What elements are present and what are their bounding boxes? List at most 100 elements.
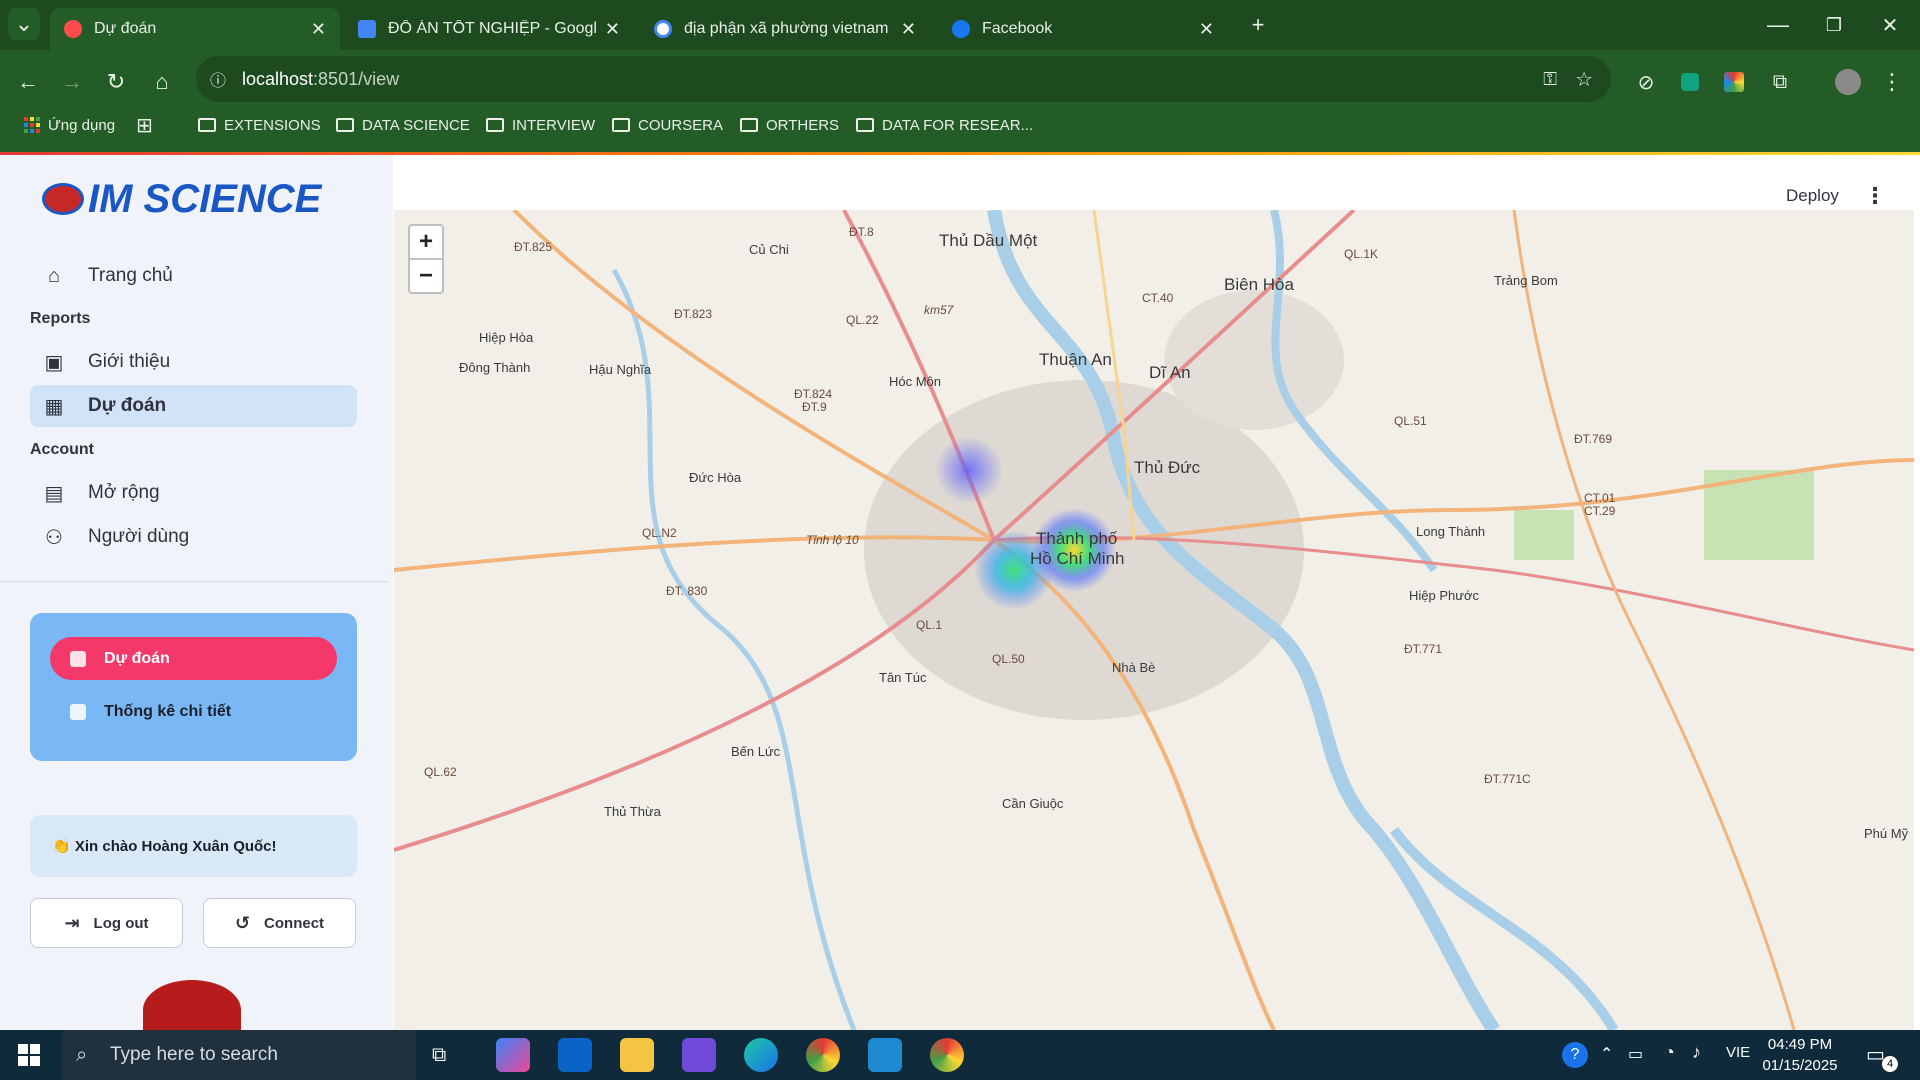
menu-item-stats[interactable]: Thống kê chi tiết: [50, 690, 337, 733]
road-label: ĐT.824: [794, 387, 832, 401]
place-label: Đức Hòa: [689, 470, 742, 485]
sidebar-item-predict[interactable]: ▦ Dự đoán: [30, 385, 357, 427]
help-icon[interactable]: ?: [1562, 1042, 1588, 1068]
tab-groups-icon[interactable]: ⊞: [136, 112, 153, 138]
zoom-out-button[interactable]: −: [408, 258, 444, 294]
battery-icon[interactable]: ▭: [1628, 1044, 1643, 1064]
sidebar-item-intro[interactable]: ▣ Giới thiệu: [30, 341, 357, 383]
forward-icon[interactable]: →: [56, 66, 88, 98]
sidebar-item-home[interactable]: ⌂ Trang chủ: [30, 255, 357, 297]
edge-icon[interactable]: [744, 1038, 778, 1072]
tab-google-docs[interactable]: ĐỒ ÁN TỐT NGHIỆP - Google T ✕: [344, 8, 634, 50]
bookmark-star-icon[interactable]: ☆: [1575, 67, 1593, 92]
clock-time: 04:49 PM: [1767, 1036, 1833, 1053]
connect-button[interactable]: ↺ Connect: [203, 898, 356, 948]
bookmark-folder[interactable]: COURSERA: [612, 112, 723, 138]
close-window-icon[interactable]: ✕: [1874, 9, 1906, 41]
place-label: Nhà Bè: [1112, 660, 1155, 675]
bookmark-label: ORTHERS: [766, 116, 840, 134]
road-label: QL.51: [1394, 414, 1427, 428]
tab-title: Dự đoán: [94, 20, 157, 37]
chrome-profile-icon[interactable]: [930, 1038, 964, 1072]
taskbar-search-input[interactable]: ⌕ Type here to search: [62, 1030, 416, 1080]
task-view-icon[interactable]: ⧉: [432, 1044, 446, 1067]
windows-taskbar: ⌕ Type here to search ⧉ ? ⌃ ▭ ◔ ♪ VIE 04…: [0, 1030, 1920, 1080]
bookmark-folder[interactable]: EXTENSIONS: [198, 112, 321, 138]
sidebar-item-expand[interactable]: ▤ Mở rộng: [30, 472, 357, 514]
clipchamp-icon[interactable]: [682, 1038, 716, 1072]
road-label: QL.50: [992, 652, 1025, 666]
bookmark-folder[interactable]: INTERVIEW: [486, 112, 595, 138]
road-label: QL.N2: [642, 526, 677, 540]
heatmap-map[interactable]: Thủ Dầu Một Củ Chi Biên Hòa Trảng Bom Th…: [394, 210, 1914, 1030]
home-icon: ⌂: [47, 264, 61, 287]
show-hidden-icons-chevron-icon[interactable]: ⌃: [1600, 1044, 1613, 1064]
copilot-icon[interactable]: [496, 1038, 530, 1072]
sidebar-item-label: Trang chủ: [88, 265, 173, 286]
site-info-icon[interactable]: ⓘ: [210, 67, 226, 91]
bookmark-label: DATA SCIENCE: [362, 116, 470, 134]
road-label: QL.1: [916, 618, 942, 632]
place-label: Hóc Môn: [889, 374, 941, 389]
bookmark-folder[interactable]: DATA FOR RESEAR...: [856, 112, 1033, 138]
close-tab-icon[interactable]: ✕: [901, 19, 916, 40]
password-key-icon[interactable]: ⚿: [1543, 69, 1557, 90]
folder-icon: [856, 118, 874, 132]
bookmark-apps[interactable]: Ứng dụng: [24, 112, 115, 138]
reload-icon[interactable]: ↻: [100, 66, 132, 98]
place-label: Hiệp Hòa: [479, 330, 534, 345]
address-bar[interactable]: ⓘ localhost:8501/view ⚿ ☆: [196, 56, 1611, 102]
place-label: Hậu Nghĩa: [589, 362, 652, 377]
avatar[interactable]: [1835, 69, 1861, 95]
section-account: Account: [30, 441, 94, 458]
vscode-icon[interactable]: [868, 1038, 902, 1072]
folder-icon: [612, 118, 630, 132]
restore-icon[interactable]: ❐: [1818, 9, 1850, 41]
road-label: QL.1K: [1344, 247, 1378, 261]
deploy-button[interactable]: Deploy: [1786, 186, 1839, 206]
logout-button[interactable]: ⇥ Log out: [30, 898, 183, 948]
road-label: ĐT.769: [1574, 432, 1612, 446]
minimize-icon[interactable]: —: [1762, 9, 1794, 41]
heat-spot-cool: [935, 436, 1003, 504]
tab-title: Facebook: [982, 20, 1053, 37]
sidebar-item-users[interactable]: ⚇ Người dùng: [30, 516, 357, 558]
close-tab-icon[interactable]: ✕: [605, 19, 620, 40]
road-label: CT.40: [1142, 291, 1174, 305]
tab-search-chevron-icon[interactable]: ⌄: [8, 8, 40, 40]
tab-du-doan[interactable]: Dự đoán ✕: [50, 8, 340, 50]
taskbar-clock[interactable]: 04:49 PM 01/15/2025: [1752, 1034, 1848, 1076]
road-label: QL.22: [846, 313, 879, 327]
home-icon[interactable]: ⌂: [146, 66, 178, 98]
file-explorer-icon[interactable]: [620, 1038, 654, 1072]
dashboard-icon: ▦: [44, 395, 64, 418]
road-label: ĐT.771C: [1484, 772, 1531, 786]
close-tab-icon[interactable]: ✕: [1199, 19, 1214, 40]
bookmark-folder[interactable]: ORTHERS: [740, 112, 839, 138]
main-menu-icon[interactable]: ⋮: [1864, 183, 1886, 209]
tab-google-search[interactable]: địa phận xã phường vietnam ge ✕: [640, 8, 930, 50]
volume-icon[interactable]: ♪: [1692, 1042, 1701, 1063]
zoom-in-button[interactable]: +: [408, 224, 444, 260]
option-menu-card: Dự đoán Thống kê chi tiết: [30, 613, 357, 761]
tab-facebook[interactable]: Facebook ✕: [938, 8, 1228, 50]
outlook-icon[interactable]: [558, 1038, 592, 1072]
browser-menu-icon[interactable]: ⋮: [1876, 66, 1908, 98]
menu-item-predict[interactable]: Dự đoán: [50, 637, 337, 680]
language-indicator[interactable]: VIE: [1726, 1044, 1750, 1061]
network-icon[interactable]: ◔: [1664, 1042, 1675, 1063]
close-tab-icon[interactable]: ✕: [311, 19, 326, 40]
chatgpt-extension-icon[interactable]: [1681, 73, 1699, 91]
bookmark-folder[interactable]: DATA SCIENCE: [336, 112, 470, 138]
place-label: Thuận An: [1039, 350, 1112, 369]
back-icon[interactable]: ←: [12, 66, 44, 98]
windows-start-icon[interactable]: [18, 1044, 40, 1066]
chrome-icon[interactable]: [806, 1038, 840, 1072]
browser-tab-bar: ⌄ Dự đoán ✕ ĐỒ ÁN TỐT NGHIỆP - Google T …: [0, 0, 1920, 50]
extensions-puzzle-icon[interactable]: ⧉: [1764, 66, 1796, 98]
connect-label: Connect: [264, 914, 325, 932]
extension-compass-icon[interactable]: ⊘: [1630, 66, 1662, 98]
color-extension-icon[interactable]: [1724, 72, 1744, 92]
new-tab-icon[interactable]: +: [1242, 9, 1274, 41]
facebook-icon: [952, 20, 970, 38]
